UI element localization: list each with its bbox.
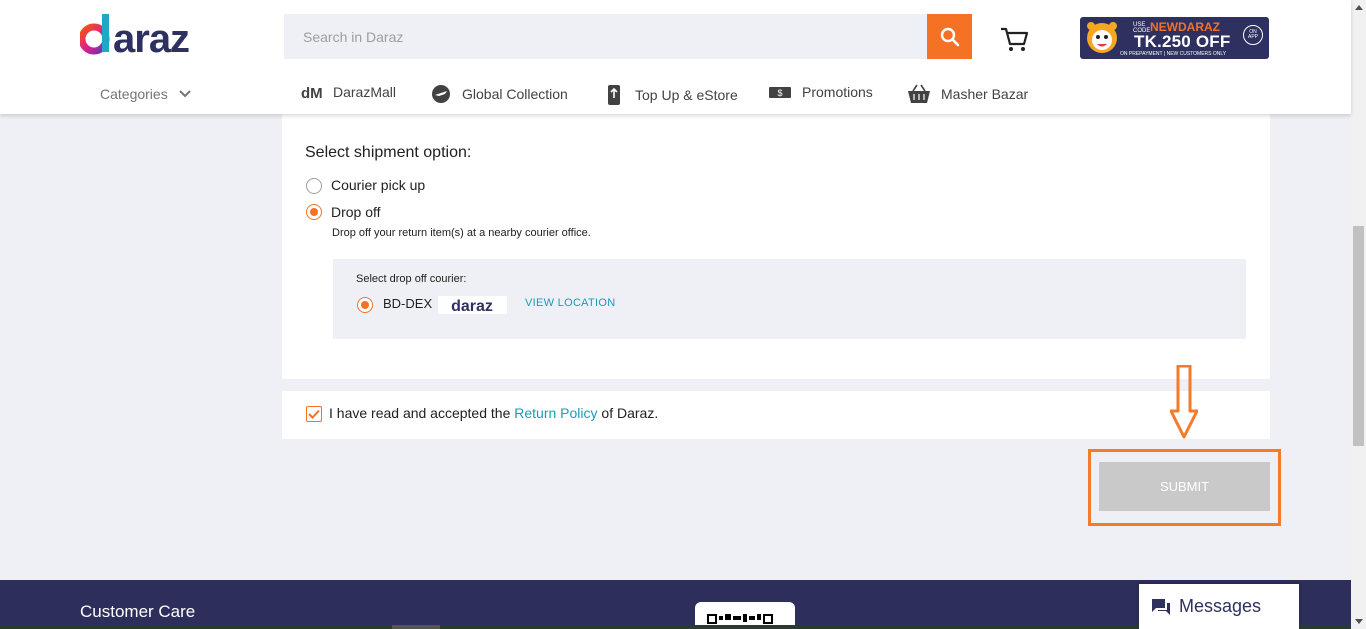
search-input[interactable]	[284, 14, 927, 59]
courier-pickup-radio[interactable]	[306, 178, 322, 194]
airplane-icon	[432, 85, 450, 103]
search-bar	[284, 14, 972, 59]
categories-dropdown[interactable]: Categories	[100, 86, 192, 102]
drop-off-description: Drop off your return item(s) at a nearby…	[332, 227, 591, 239]
search-icon	[940, 27, 959, 46]
shipment-title: Select shipment option:	[305, 144, 472, 161]
promotions-icon: $	[769, 87, 791, 98]
scroll-up-arrow[interactable]	[1351, 0, 1366, 15]
view-location-link[interactable]: VIEW LOCATION	[525, 297, 615, 309]
mobile-topup-icon	[608, 85, 620, 105]
promo-amount: TK.250 OFF	[1134, 32, 1231, 51]
nav-item-label: Global Collection	[462, 86, 568, 102]
courier-pickup-label: Courier pick up	[331, 177, 426, 193]
promo-banner[interactable]: USE CODE NEWDARAZ TK.250 OFF ON PREPAYME…	[1080, 17, 1269, 59]
svg-text:araz: araz	[113, 17, 189, 56]
scroll-thumb[interactable]	[1353, 226, 1364, 446]
courier-name: BD-DEX	[383, 296, 433, 311]
shipment-card: Select shipment option: Courier pick up …	[282, 114, 1270, 379]
courier-logo-text: daraz	[451, 298, 493, 314]
nav-item-masher-bazar[interactable]: Masher Bazar	[907, 84, 1028, 104]
submit-button[interactable]: SUBMIT	[1099, 462, 1270, 511]
nav-item-label: Promotions	[802, 84, 873, 100]
triangle-down-icon	[1354, 619, 1363, 624]
nav-item-promotions[interactable]: $ Promotions	[768, 84, 873, 100]
policy-suffix: of Daraz.	[597, 405, 659, 421]
nav-item-global-collection[interactable]: Global Collection	[430, 84, 568, 104]
nav-item-label: DarazMall	[333, 84, 397, 100]
courier-bd-dex-radio[interactable]	[357, 297, 373, 313]
chat-icon	[1152, 598, 1170, 615]
cart-icon[interactable]	[998, 24, 1030, 54]
policy-checkbox[interactable]	[306, 406, 322, 422]
daraz-logo[interactable]: araz	[80, 12, 220, 56]
policy-prefix: I have read and accepted the	[329, 405, 515, 421]
return-policy-link[interactable]: Return Policy	[514, 405, 597, 421]
promo-footnote: ON PREPAYMENT | NEW CUSTOMERS ONLY	[1120, 51, 1227, 57]
triangle-up-icon	[1354, 5, 1363, 10]
arrow-down-icon	[1170, 365, 1198, 439]
nav-item-label: Masher Bazar	[941, 86, 1029, 102]
drop-off-label: Drop off	[331, 204, 381, 220]
courier-logo: daraz	[438, 296, 507, 315]
chevron-down-icon	[178, 90, 191, 98]
policy-card: I have read and accepted the Return Poli…	[282, 391, 1270, 439]
nav-item-top-up[interactable]: Top Up & eStore	[603, 84, 738, 106]
messages-label: Messages	[1179, 596, 1262, 616]
courier-selection-box: Select drop off courier: BD-DEX daraz VI…	[333, 259, 1246, 339]
nav-item-darazmall[interactable]: dM DarazMall	[301, 84, 396, 100]
categories-label: Categories	[100, 86, 168, 102]
darazmall-icon: dM	[301, 85, 323, 100]
promo-app-badge: ON APP	[1243, 25, 1263, 45]
svg-text:dM: dM	[301, 85, 323, 100]
policy-text: I have read and accepted the Return Poli…	[329, 405, 658, 421]
site-header: araz USE CODE NEWDARAZ TK.250 OFF ON PRE…	[0, 0, 1351, 114]
svg-text:$: $	[777, 88, 782, 98]
scroll-down-arrow[interactable]	[1351, 614, 1366, 629]
search-button[interactable]	[927, 14, 972, 59]
drop-off-radio[interactable]	[306, 204, 322, 220]
basket-icon	[908, 84, 930, 103]
mascot-icon	[1087, 22, 1117, 53]
customer-care-heading: Customer Care	[80, 602, 196, 621]
messages-button[interactable]: Messages	[1139, 584, 1299, 629]
nav-item-label: Top Up & eStore	[635, 87, 738, 103]
page-scrollbar[interactable]	[1351, 0, 1366, 629]
courier-title: Select drop off courier:	[356, 273, 467, 285]
checkmark-icon	[308, 409, 320, 419]
